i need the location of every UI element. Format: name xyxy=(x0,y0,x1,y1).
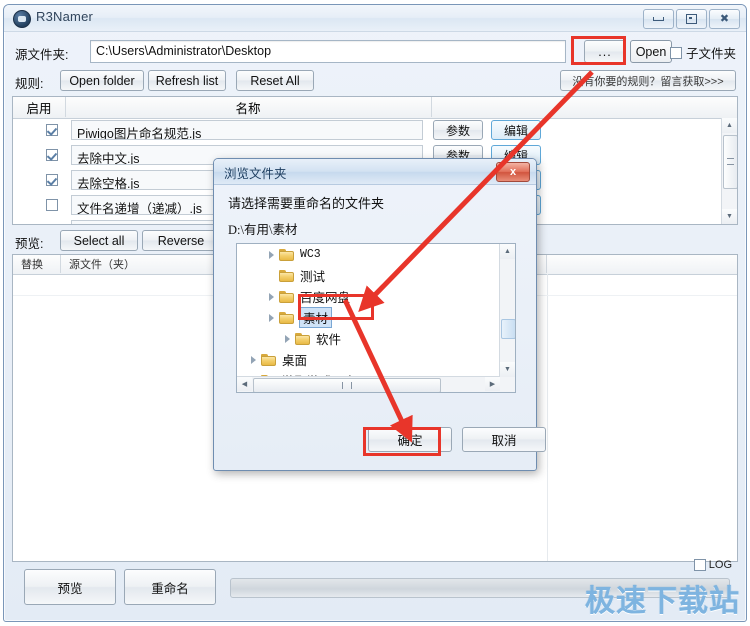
rules-toolbar-row: 规则: Open folder Refresh list Reset All 没… xyxy=(12,70,738,92)
tree-item-label: 素材 xyxy=(298,307,333,328)
window-title: R3Namer xyxy=(36,9,94,24)
source-folder-label: 源文件夹: xyxy=(15,48,69,62)
scroll-left-icon[interactable]: ◀ xyxy=(237,377,252,391)
log-checkbox-label: LOG xyxy=(708,559,732,571)
subfolder-checkbox-label: 子文件夹 xyxy=(685,47,736,61)
tree-item[interactable]: 桌面 xyxy=(237,349,500,370)
rename-button[interactable]: 重命名 xyxy=(124,569,216,605)
scrollbar-thumb[interactable] xyxy=(253,378,441,392)
tree-item[interactable]: 软件 xyxy=(237,328,500,349)
close-button[interactable]: ✖ xyxy=(709,9,740,29)
scroll-right-icon[interactable]: ▶ xyxy=(485,377,500,391)
refresh-list-button[interactable]: Refresh list xyxy=(148,70,226,91)
expander-icon xyxy=(265,269,279,283)
tree-vertical-scrollbar[interactable]: ▲ ▼ xyxy=(499,244,515,377)
tree-item[interactable]: WC3 xyxy=(237,244,500,265)
expander-icon[interactable] xyxy=(265,311,279,325)
dialog-ok-button[interactable]: 确定 xyxy=(368,427,452,452)
source-folder-row: 源文件夹: C:\Users\Administrator\Desktop ...… xyxy=(12,40,738,64)
close-icon: x xyxy=(509,166,517,178)
scrollbar-thumb[interactable] xyxy=(723,135,737,189)
open-button[interactable]: Open xyxy=(630,40,672,63)
rule-enable-checkbox[interactable] xyxy=(46,174,58,186)
table-row[interactable]: Piwigo图片命名规范.js 参数 编辑 xyxy=(13,118,722,143)
dialog-close-button[interactable]: x xyxy=(496,162,530,182)
dialog-current-path: D:\有用\素材 xyxy=(228,223,298,237)
folder-tree-body: WC3 测试 百度网盘 素材 软件 桌面 xyxy=(237,244,500,377)
browse-folder-button[interactable]: ... xyxy=(584,40,626,63)
rule-enable-checkbox[interactable] xyxy=(46,199,58,211)
tree-item-label: WC3 xyxy=(300,248,321,261)
app-circle-icon xyxy=(13,10,31,28)
folder-tree[interactable]: WC3 测试 百度网盘 素材 软件 桌面 ▲ ▼ ◀ ▶ xyxy=(236,243,516,393)
tree-item-label: 百度网盘 xyxy=(300,291,351,305)
rules-list-scrollbar[interactable]: ▲ ▼ xyxy=(721,118,737,224)
minimize-icon xyxy=(653,17,664,21)
expander-icon[interactable] xyxy=(247,353,261,367)
rule-name-field[interactable]: Piwigo图片命名规范.js xyxy=(71,120,423,140)
maximize-button[interactable] xyxy=(676,9,707,29)
preview-col-replace: 替换 xyxy=(13,255,61,273)
promo-get-rules-button[interactable]: 没有你要的规则？留言获取>>> xyxy=(560,70,736,91)
tree-item-selected[interactable]: 素材 xyxy=(237,307,500,328)
tree-item[interactable]: 百度网盘 xyxy=(237,286,500,307)
log-checkbox-box[interactable] xyxy=(693,559,706,571)
rules-list-header: 启用 名称 xyxy=(13,97,737,119)
expander-icon[interactable] xyxy=(281,332,295,346)
scroll-down-icon[interactable]: ▼ xyxy=(500,362,515,377)
subfolder-checkbox-box[interactable] xyxy=(669,46,682,59)
tree-horizontal-scrollbar[interactable]: ◀ ▶ xyxy=(237,376,500,392)
scroll-down-icon[interactable]: ▼ xyxy=(722,209,737,224)
rules-col-enable: 启用 xyxy=(13,97,66,117)
dialog-title: 浏览文件夹 xyxy=(224,167,287,181)
preview-col-extra xyxy=(547,255,737,273)
rule-edit-button[interactable]: 编辑 xyxy=(491,120,541,140)
rule-enable-checkbox[interactable] xyxy=(46,149,58,161)
expander-icon[interactable] xyxy=(265,290,279,304)
scrollbar-corner xyxy=(500,377,515,392)
dialog-prompt: 请选择需要重命名的文件夹 xyxy=(228,196,385,211)
folder-icon xyxy=(279,290,295,303)
reverse-button[interactable]: Reverse xyxy=(142,230,220,251)
scrollbar-thumb[interactable] xyxy=(501,319,515,339)
folder-icon xyxy=(279,311,295,324)
folder-icon xyxy=(279,269,295,282)
dialog-title-bar: 浏览文件夹 x xyxy=(214,159,536,185)
rules-label: 规则: xyxy=(15,77,44,91)
window-controls: ✖ xyxy=(643,9,740,29)
rule-param-button[interactable]: 参数 xyxy=(433,120,483,140)
rules-col-name: 名称 xyxy=(65,97,432,117)
close-icon: ✖ xyxy=(719,12,730,25)
open-folder-button[interactable]: Open folder xyxy=(60,70,144,91)
preview-button[interactable]: 预览 xyxy=(24,569,116,605)
minimize-button[interactable] xyxy=(643,9,674,29)
tree-item-label: 桌面 xyxy=(282,354,308,368)
expander-icon[interactable] xyxy=(265,248,279,262)
tree-item-label: 测试 xyxy=(300,270,326,284)
subfolder-checkbox[interactable]: 子文件夹 xyxy=(669,43,736,62)
preview-label: 预览: xyxy=(15,237,44,251)
screenshot-root: R3Namer ✖ 源文件夹: C:\Users\Administrator\D… xyxy=(0,0,750,626)
watermark-text: 极速下载站 xyxy=(585,584,740,619)
dialog-cancel-button[interactable]: 取消 xyxy=(462,427,546,452)
select-all-button[interactable]: Select all xyxy=(60,230,138,251)
title-bar: R3Namer ✖ xyxy=(4,5,746,32)
log-checkbox[interactable]: LOG xyxy=(693,559,732,571)
folder-icon xyxy=(295,332,311,345)
tree-item[interactable]: 测试 xyxy=(237,265,500,286)
folder-icon xyxy=(279,248,295,261)
maximize-icon xyxy=(686,14,697,24)
folder-icon xyxy=(261,353,277,366)
browse-folder-dialog: 浏览文件夹 x 请选择需要重命名的文件夹 D:\有用\素材 WC3 测试 百度网… xyxy=(213,158,546,471)
preview-column-divider xyxy=(547,274,548,561)
tree-item-label: 软件 xyxy=(316,333,342,347)
source-folder-input[interactable]: C:\Users\Administrator\Desktop xyxy=(90,40,566,63)
reset-all-button[interactable]: Reset All xyxy=(236,70,314,91)
rule-enable-checkbox[interactable] xyxy=(46,124,58,136)
scroll-up-icon[interactable]: ▲ xyxy=(500,244,515,259)
rules-col-actions xyxy=(431,97,737,117)
scroll-up-icon[interactable]: ▲ xyxy=(722,118,737,133)
